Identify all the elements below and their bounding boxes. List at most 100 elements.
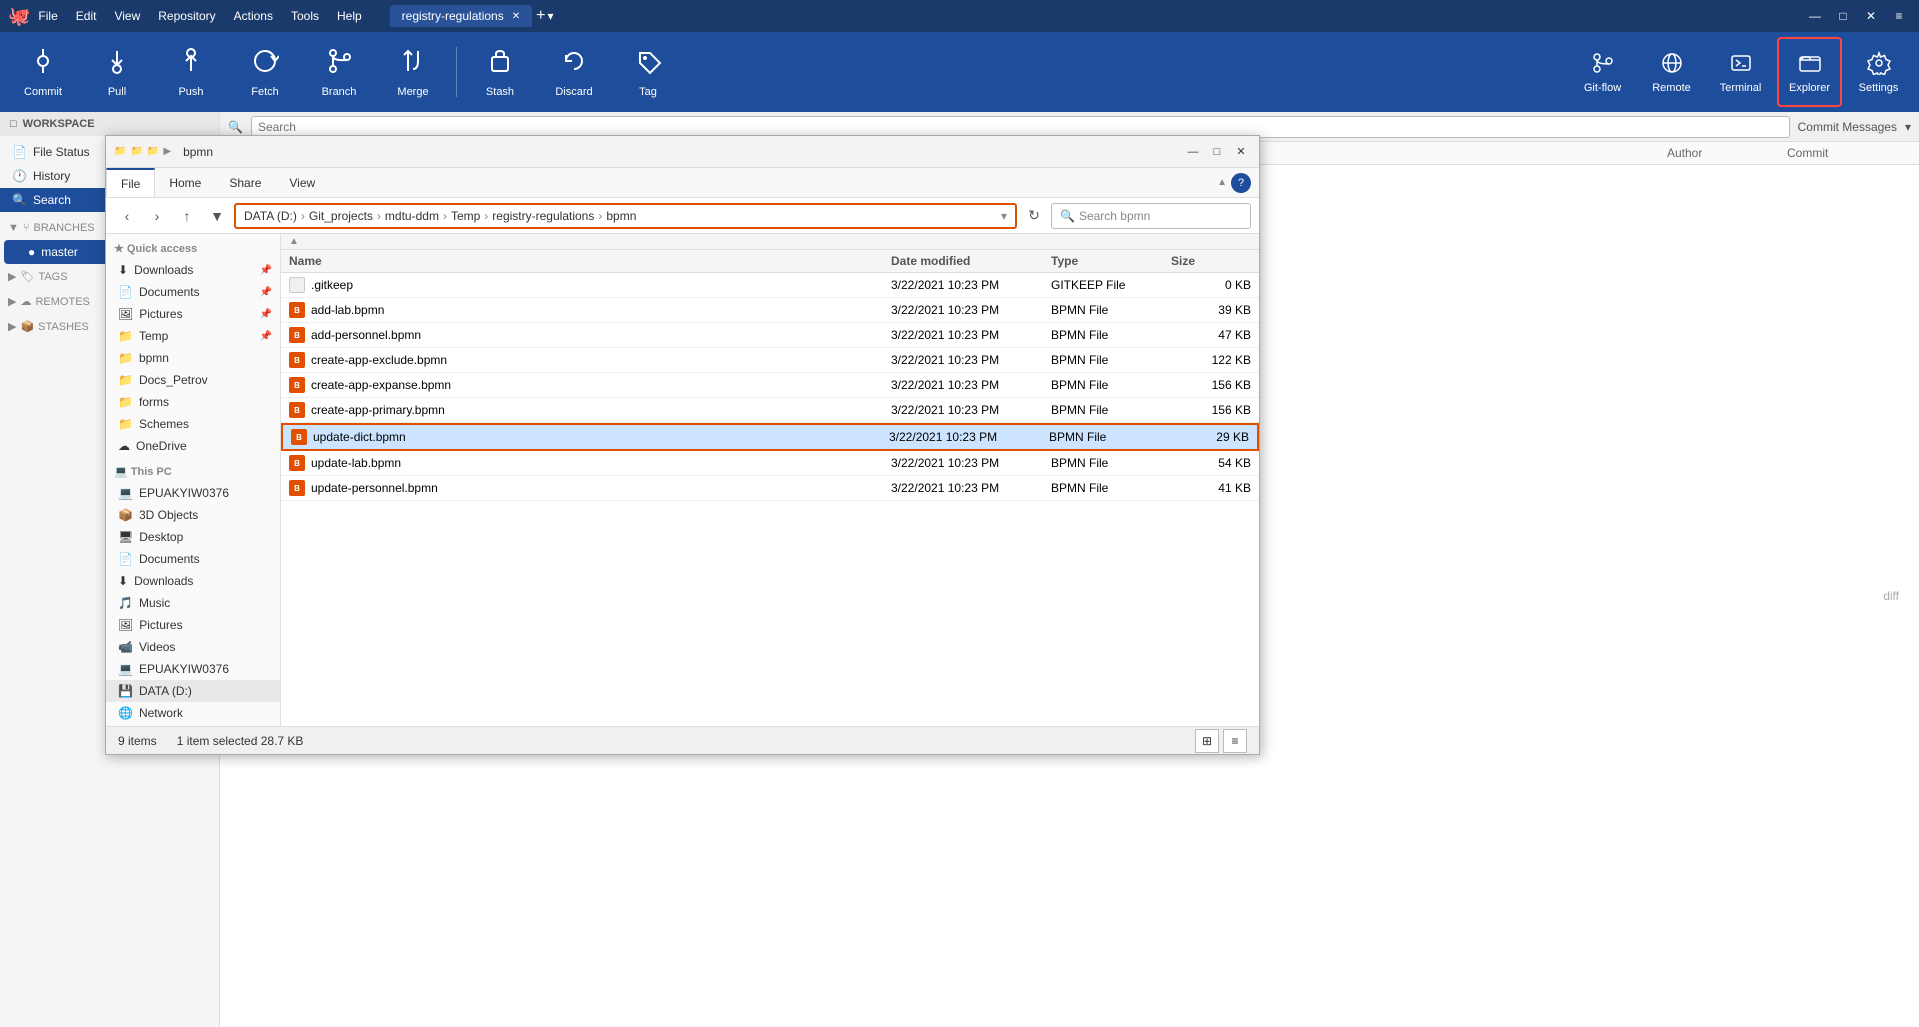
- git-flow-button[interactable]: Git-flow: [1570, 37, 1635, 107]
- tab-dropdown-button[interactable]: ▾: [547, 9, 553, 23]
- explorer-button[interactable]: Explorer: [1777, 37, 1842, 107]
- gitkeep-file-icon: [289, 277, 305, 293]
- nav-data-drive[interactable]: 💾 DATA (D:): [106, 680, 280, 702]
- settings-button[interactable]: Settings: [1846, 37, 1911, 107]
- tab-registry-regulations[interactable]: registry-regulations ✕: [390, 5, 532, 27]
- nav-videos[interactable]: 📹 Videos: [106, 636, 280, 658]
- nav-downloads-pinned[interactable]: ⬇ Downloads 📌: [106, 259, 280, 281]
- nav-3d-objects[interactable]: 📦 3D Objects: [106, 504, 280, 526]
- nav-epuakyiw2[interactable]: 💻 EPUAKYIW0376: [106, 658, 280, 680]
- tag-icon: [634, 47, 662, 82]
- nav-onedrive[interactable]: ☁ OneDrive: [106, 435, 280, 457]
- nav-back-button[interactable]: ‹: [114, 203, 140, 229]
- stash-button[interactable]: Stash: [465, 37, 535, 107]
- terminal-label: Terminal: [1720, 82, 1762, 94]
- nav-docs-petrov[interactable]: 📁 Docs_Petrov: [106, 369, 280, 391]
- col-size[interactable]: Size: [1171, 254, 1251, 268]
- nav-bpmn-pinned[interactable]: 📁 bpmn: [106, 347, 280, 369]
- workspace-section: □ WORKSPACE: [0, 112, 219, 136]
- tag-button[interactable]: Tag: [613, 37, 683, 107]
- col-name[interactable]: Name: [289, 254, 891, 268]
- nav-temp-pinned[interactable]: 📁 Temp 📌: [106, 325, 280, 347]
- address-bar-row: ‹ › ↑ ▼ DATA (D:) › Git_projects › mdtu-…: [106, 198, 1259, 234]
- pin-icon-2: 📌: [260, 287, 272, 298]
- tab-add-button[interactable]: +: [536, 7, 545, 25]
- ribbon-collapse-icon[interactable]: ▲: [1217, 177, 1227, 188]
- details-view-button[interactable]: ⊞: [1195, 729, 1219, 753]
- remote-button[interactable]: Remote: [1639, 37, 1704, 107]
- menu-file[interactable]: File: [30, 7, 65, 25]
- maximize-button[interactable]: □: [1831, 4, 1855, 28]
- explorer-minimize-button[interactable]: —: [1183, 142, 1203, 162]
- explorer-search-box[interactable]: 🔍 Search bpmn: [1051, 203, 1251, 229]
- commit-button[interactable]: Commit: [8, 37, 78, 107]
- close-button[interactable]: ✕: [1859, 4, 1883, 28]
- nav-network[interactable]: 🌐 Network: [106, 702, 280, 724]
- file-row-create-primary[interactable]: B create-app-primary.bpmn 3/22/2021 10:2…: [281, 398, 1259, 423]
- fetch-button[interactable]: Fetch: [230, 37, 300, 107]
- discard-button[interactable]: Discard: [539, 37, 609, 107]
- file-row-add-personnel[interactable]: B add-personnel.bpmn 3/22/2021 10:23 PM …: [281, 323, 1259, 348]
- file-row-gitkeep[interactable]: .gitkeep 3/22/2021 10:23 PM GITKEEP File…: [281, 273, 1259, 298]
- address-refresh-button[interactable]: ↻: [1021, 203, 1047, 229]
- terminal-icon: [1729, 51, 1753, 78]
- terminal-button[interactable]: Terminal: [1708, 37, 1773, 107]
- discard-icon: [560, 47, 588, 82]
- nav-epuakyiw[interactable]: 💻 EPUAKYIW0376: [106, 482, 280, 504]
- menu-repository[interactable]: Repository: [150, 7, 223, 25]
- explorer-label: Explorer: [1789, 82, 1830, 94]
- list-view-button[interactable]: ≡: [1223, 729, 1247, 753]
- nav-pictures-pc[interactable]: 🖼 Pictures: [106, 614, 280, 636]
- col-type[interactable]: Type: [1051, 254, 1171, 268]
- search-dropdown-icon[interactable]: ▾: [1905, 120, 1911, 134]
- nav-forms[interactable]: 📁 forms: [106, 391, 280, 413]
- menu-actions[interactable]: Actions: [226, 7, 281, 25]
- nav-music[interactable]: 🎵 Music: [106, 592, 280, 614]
- merge-button[interactable]: Merge: [378, 37, 448, 107]
- address-dropdown-icon[interactable]: ▾: [1001, 209, 1007, 223]
- path-segment-5: bpmn: [606, 209, 636, 223]
- nav-documents-pc[interactable]: 📄 Documents: [106, 548, 280, 570]
- nav-recent-button[interactable]: ▼: [204, 203, 230, 229]
- nav-downloads-pc[interactable]: ⬇ Downloads: [106, 570, 280, 592]
- menu-help[interactable]: Help: [329, 7, 370, 25]
- address-bar[interactable]: DATA (D:) › Git_projects › mdtu-ddm › Te…: [234, 203, 1017, 229]
- menu-icon[interactable]: ≡: [1887, 4, 1911, 28]
- ribbon-help-button[interactable]: ?: [1231, 173, 1251, 193]
- downloads-icon: ⬇: [118, 263, 128, 277]
- file-row-update-personnel[interactable]: B update-personnel.bpmn 3/22/2021 10:23 …: [281, 476, 1259, 501]
- ribbon-tab-file[interactable]: File: [106, 168, 155, 197]
- nav-forward-button[interactable]: ›: [144, 203, 170, 229]
- nav-documents-pinned[interactable]: 📄 Documents 📌: [106, 281, 280, 303]
- ribbon-tab-share[interactable]: Share: [215, 168, 275, 197]
- explorer-maximize-button[interactable]: □: [1207, 142, 1227, 162]
- file-name-cell: B create-app-exclude.bpmn: [289, 352, 891, 368]
- path-segment-3: Temp: [451, 209, 480, 223]
- menu-view[interactable]: View: [106, 7, 148, 25]
- file-row-update-dict[interactable]: B update-dict.bpmn 3/22/2021 10:23 PM BP…: [281, 423, 1259, 451]
- col-date[interactable]: Date modified: [891, 254, 1051, 268]
- minimize-button[interactable]: —: [1803, 4, 1827, 28]
- explorer-close-button[interactable]: ✕: [1231, 142, 1251, 162]
- branch-button[interactable]: Branch: [304, 37, 374, 107]
- file-row-add-lab[interactable]: B add-lab.bpmn 3/22/2021 10:23 PM BPMN F…: [281, 298, 1259, 323]
- pull-button[interactable]: Pull: [82, 37, 152, 107]
- nav-desktop[interactable]: 🖥 Desktop: [106, 526, 280, 548]
- tab-close-icon[interactable]: ✕: [512, 11, 520, 22]
- menu-edit[interactable]: Edit: [68, 7, 105, 25]
- ribbon-tab-home[interactable]: Home: [155, 168, 215, 197]
- nav-pictures-pinned[interactable]: 🖼 Pictures 📌: [106, 303, 280, 325]
- push-button[interactable]: Push: [156, 37, 226, 107]
- menu-tools[interactable]: Tools: [283, 7, 327, 25]
- ribbon-tab-view[interactable]: View: [275, 168, 329, 197]
- explorer-title-bar: 📁 📁 📁 ▶ bpmn — □ ✕: [106, 136, 1259, 168]
- file-size: 47 KB: [1171, 328, 1251, 342]
- docs-petrov-icon: 📁: [118, 373, 133, 387]
- file-row-update-lab[interactable]: B update-lab.bpmn 3/22/2021 10:23 PM BPM…: [281, 451, 1259, 476]
- file-row-create-expanse[interactable]: B create-app-expanse.bpmn 3/22/2021 10:2…: [281, 373, 1259, 398]
- file-status-icon: 📄: [12, 145, 27, 159]
- file-row-create-exclude[interactable]: B create-app-exclude.bpmn 3/22/2021 10:2…: [281, 348, 1259, 373]
- nav-schemes[interactable]: 📁 Schemes: [106, 413, 280, 435]
- explorer-content: ★ Quick access ⬇ Downloads 📌 📄 Documents…: [106, 234, 1259, 726]
- nav-up-button[interactable]: ↑: [174, 203, 200, 229]
